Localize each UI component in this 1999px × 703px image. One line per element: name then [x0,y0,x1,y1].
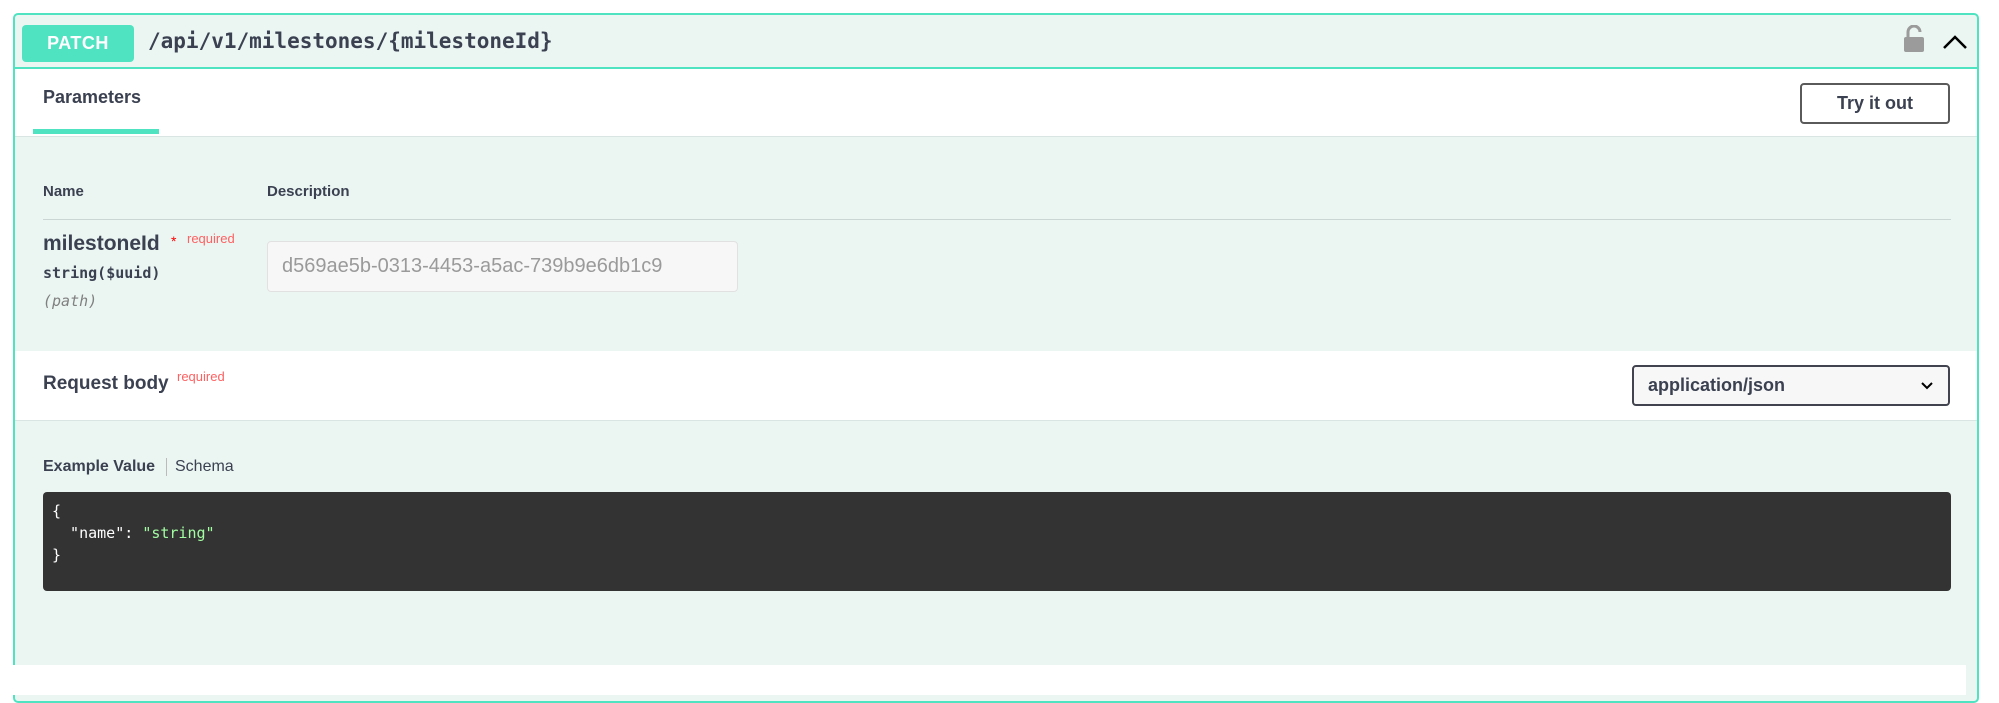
tab-parameters[interactable]: Parameters [43,87,141,108]
header-divider [43,219,1951,220]
milestone-id-input[interactable]: d569ae5b-0313-4453-a5ac-739b9e6db1c9 [267,241,738,292]
unlocked-padlock-icon[interactable] [1902,25,1926,53]
endpoint-path: /api/v1/milestones/{milestoneId} [148,29,553,53]
chevron-up-icon[interactable] [1940,27,1970,57]
parameter-type: string($uuid) [43,264,161,282]
tab-separator [166,458,167,476]
operation-summary[interactable]: PATCH /api/v1/milestones/{milestoneId} [15,15,1977,69]
content-type-select[interactable]: application/json [1632,365,1950,406]
column-header-name: Name [43,183,84,200]
parameter-location: (path) [43,292,98,310]
tab-active-underline [33,129,159,134]
tab-schema[interactable]: Schema [175,458,234,476]
try-it-out-button[interactable]: Try it out [1800,83,1950,124]
required-star: * [171,233,177,249]
code-string-value: "string" [142,524,215,542]
content-type-value: application/json [1648,375,1786,395]
request-body-header: Request body required application/json [15,351,1977,421]
parameters-section: Name Description milestoneId * required … [15,137,1977,351]
column-header-description: Description [267,183,350,200]
request-body-required-label: required [177,369,225,384]
operation-block: PATCH /api/v1/milestones/{milestoneId} P… [13,13,1979,703]
request-body-title: Request body [43,373,169,394]
parameter-name: milestoneId [43,232,160,255]
code-key: "name": [52,524,143,542]
next-section-edge [0,665,1966,695]
code-open-brace: { [52,502,62,520]
tab-example-value[interactable]: Example Value [43,458,155,476]
examples-section: Example Value Schema { "name": "string" … [15,421,1977,673]
code-close-brace: } [52,546,62,564]
required-label: required [187,231,235,246]
example-code-block: { "name": "string" } [43,492,1951,591]
tab-bar: Parameters Try it out [15,69,1977,137]
http-method-badge: PATCH [22,25,134,62]
chevron-down-icon [1921,382,1933,390]
